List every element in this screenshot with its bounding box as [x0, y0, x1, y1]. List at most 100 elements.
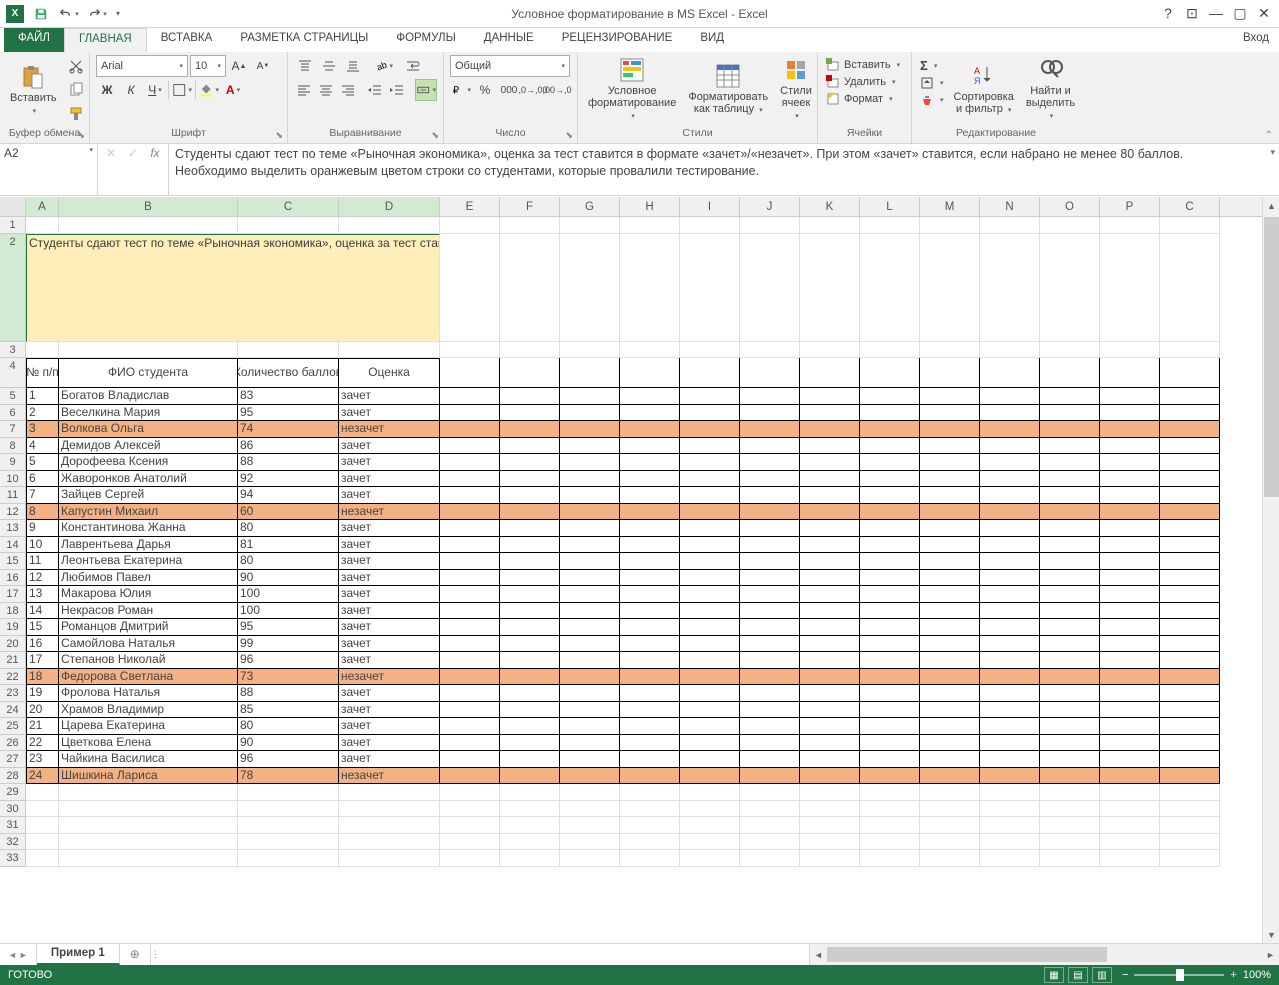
cell[interactable] — [1040, 454, 1100, 471]
table-cell[interactable]: Лаврентьева Дарья — [59, 537, 238, 554]
row-header[interactable]: 9 — [0, 454, 26, 471]
cell[interactable] — [560, 487, 620, 504]
cell[interactable] — [1040, 768, 1100, 785]
table-cell[interactable]: 22 — [26, 735, 59, 752]
cell[interactable] — [560, 652, 620, 669]
cell[interactable] — [980, 537, 1040, 554]
table-cell[interactable]: Жаворонков Анатолий — [59, 471, 238, 488]
cell[interactable] — [1160, 570, 1220, 587]
cell[interactable] — [26, 850, 59, 867]
cell[interactable] — [680, 504, 740, 521]
cell[interactable] — [740, 768, 800, 785]
cell[interactable] — [860, 685, 920, 702]
row-header[interactable]: 6 — [0, 405, 26, 422]
row-header[interactable]: 5 — [0, 388, 26, 405]
table-cell[interactable]: 6 — [26, 471, 59, 488]
cell[interactable] — [500, 553, 560, 570]
cell[interactable] — [860, 850, 920, 867]
row-header[interactable]: 27 — [0, 751, 26, 768]
number-dialog-icon[interactable]: ⬊ — [565, 130, 573, 141]
cell[interactable] — [920, 801, 980, 818]
cell[interactable] — [740, 438, 800, 455]
cell[interactable] — [680, 421, 740, 438]
table-cell[interactable]: 7 — [26, 487, 59, 504]
cell[interactable] — [920, 454, 980, 471]
table-cell[interactable]: зачет — [339, 553, 440, 570]
cell[interactable] — [1040, 217, 1100, 234]
cell[interactable] — [560, 537, 620, 554]
sort-filter-button[interactable]: АЯ Сортировка и фильтр ▾ — [950, 55, 1018, 123]
cell[interactable] — [339, 817, 440, 834]
align-center-icon[interactable] — [316, 79, 336, 101]
cell[interactable] — [620, 487, 680, 504]
cell[interactable] — [800, 801, 860, 818]
cell[interactable] — [560, 421, 620, 438]
sheet-nav-first-icon[interactable]: ◄ — [8, 950, 17, 960]
cell[interactable] — [500, 636, 560, 653]
cell[interactable] — [440, 718, 500, 735]
cell[interactable] — [339, 342, 440, 359]
row-header[interactable]: 17 — [0, 586, 26, 603]
table-cell[interactable]: Чайкина Василиса — [59, 751, 238, 768]
cell[interactable] — [800, 768, 860, 785]
cell[interactable] — [860, 570, 920, 587]
cell[interactable] — [680, 834, 740, 851]
table-cell[interactable]: 86 — [238, 438, 339, 455]
row-header[interactable]: 32 — [0, 834, 26, 851]
cell[interactable] — [59, 217, 238, 234]
cell[interactable] — [980, 718, 1040, 735]
table-header-cell[interactable]: № п/п — [26, 358, 59, 388]
cell[interactable] — [680, 471, 740, 488]
cell[interactable] — [800, 471, 860, 488]
cell[interactable] — [1100, 669, 1160, 686]
cell[interactable] — [1160, 603, 1220, 620]
cell[interactable] — [860, 537, 920, 554]
cell[interactable] — [1040, 834, 1100, 851]
cell[interactable] — [500, 801, 560, 818]
cell[interactable] — [860, 388, 920, 405]
cell[interactable] — [680, 652, 740, 669]
table-cell[interactable]: 4 — [26, 438, 59, 455]
cell[interactable] — [920, 636, 980, 653]
cell[interactable] — [800, 834, 860, 851]
table-cell[interactable]: 15 — [26, 619, 59, 636]
cell[interactable] — [500, 735, 560, 752]
cell[interactable] — [440, 751, 500, 768]
table-cell[interactable]: 78 — [238, 768, 339, 785]
table-cell[interactable]: Храмов Владимир — [59, 702, 238, 719]
table-cell[interactable]: Константинова Жанна — [59, 520, 238, 537]
sheet-nav-last-icon[interactable]: ► — [19, 950, 28, 960]
cell[interactable] — [800, 342, 860, 359]
cell[interactable] — [980, 405, 1040, 422]
table-cell[interactable]: 16 — [26, 636, 59, 653]
tab-layout[interactable]: РАЗМЕТКА СТРАНИЦЫ — [226, 28, 382, 52]
cell[interactable] — [980, 834, 1040, 851]
cell[interactable] — [1100, 685, 1160, 702]
cell[interactable] — [980, 471, 1040, 488]
cell[interactable] — [238, 801, 339, 818]
cell[interactable] — [740, 850, 800, 867]
col-header[interactable]: G — [560, 197, 620, 216]
cell[interactable] — [1160, 685, 1220, 702]
cell[interactable] — [500, 520, 560, 537]
cell[interactable] — [560, 342, 620, 359]
cell[interactable] — [920, 520, 980, 537]
cell[interactable] — [1040, 702, 1100, 719]
table-cell[interactable]: незачет — [339, 504, 440, 521]
cell[interactable] — [1100, 454, 1160, 471]
cell[interactable] — [1040, 850, 1100, 867]
cell[interactable] — [920, 471, 980, 488]
font-size-select[interactable]: 10▾ — [190, 55, 226, 77]
cell[interactable] — [860, 801, 920, 818]
row-header[interactable]: 1 — [0, 217, 26, 234]
cell[interactable] — [740, 537, 800, 554]
cell[interactable] — [740, 652, 800, 669]
row-header[interactable]: 31 — [0, 817, 26, 834]
cell[interactable] — [1040, 619, 1100, 636]
table-cell[interactable]: 96 — [238, 751, 339, 768]
save-icon[interactable] — [30, 3, 52, 25]
cell[interactable] — [560, 751, 620, 768]
cell[interactable] — [740, 553, 800, 570]
zoom-out-icon[interactable]: − — [1122, 969, 1128, 981]
font-color-icon[interactable]: A▾ — [222, 79, 244, 101]
